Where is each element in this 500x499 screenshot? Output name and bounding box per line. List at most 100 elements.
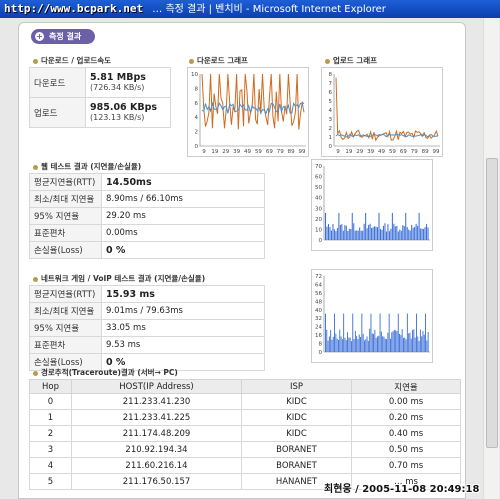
bullet-icon [33, 164, 38, 170]
upload-graph: 8 7 6 5 4 3 2 1 09 19 29 39 49 59 69 79 89 99 [321, 67, 443, 157]
y-tick-label: 30 [315, 206, 322, 212]
latency-bar [421, 228, 423, 240]
latency-bar [344, 337, 346, 352]
latency-bar [409, 230, 411, 240]
latency-bar [422, 331, 424, 352]
game-avg-rtt: 15.93 ms [106, 288, 155, 300]
game-row: 95% 지연율 33.05 ms [29, 319, 265, 337]
y-tick-label: 4 [195, 115, 199, 121]
latency-bar [395, 330, 397, 352]
upload-graph-title: 업로드 그래프 [325, 55, 377, 66]
host-cell: 211.176.50.157 [71, 473, 242, 490]
web-row: 평균지연율(RTT) 14.50ms [29, 173, 265, 191]
bullet-icon [33, 276, 38, 282]
latency-bar [327, 340, 329, 352]
web-row: 95% 지연율 29.20 ms [29, 207, 265, 225]
table-row: 1 211.233.41.225 KIDC 0.20 ms [29, 409, 461, 426]
y-tick-label: 32 [315, 316, 322, 322]
latency-bar [330, 329, 332, 352]
latency-bar [397, 313, 399, 352]
latency-bar [340, 336, 342, 352]
latency-bar [365, 339, 367, 352]
latency-bar [397, 231, 399, 240]
x-tick-label: 49 [244, 149, 251, 155]
latency-bar [426, 340, 428, 352]
latency-cell: 0.50 ms [351, 441, 461, 458]
game-row: 평균지연율(RTT) 15.93 ms [29, 285, 265, 303]
y-tick-label: 8 [329, 72, 333, 78]
latency-bar [327, 224, 330, 240]
latency-bar [370, 313, 372, 352]
latency-bar [418, 212, 420, 240]
bullet-icon [189, 58, 194, 64]
y-tick-label: 10 [315, 227, 322, 233]
col-hop: Hop [29, 379, 72, 394]
latency-bar [406, 313, 408, 352]
isp-cell: KIDC [241, 393, 352, 410]
y-tick-label: 48 [315, 299, 322, 305]
latency-bar [384, 338, 386, 352]
results-header-label: 측정 결과 [49, 32, 82, 41]
plus-icon: + [35, 32, 44, 41]
latency-cell: 0.40 ms [351, 425, 461, 442]
y-tick-label: 5 [329, 99, 333, 105]
latency-bar [365, 212, 367, 240]
latency-bar [393, 329, 395, 352]
latency-bar [349, 337, 351, 352]
latency-bar [371, 333, 373, 352]
web-loss: 0 % [106, 244, 126, 256]
web-stddev: 0.00ms [101, 224, 265, 242]
latency-bar [416, 313, 417, 352]
web-avg-rtt: 14.50ms [106, 176, 152, 188]
latency-bar [425, 313, 427, 352]
x-tick-label: 19 [211, 149, 218, 155]
host-cell: 211.174.48.209 [71, 425, 242, 442]
latency-bar [357, 339, 359, 352]
latency-bar [390, 338, 391, 352]
scrollbar-thumb[interactable] [486, 158, 498, 448]
latency-bar [367, 340, 369, 352]
latency-bar [332, 336, 334, 352]
latency-bar [353, 339, 355, 352]
speed-row-download: 다운로드 5.81 MBps (726.34 KB/s) [29, 67, 171, 98]
y-tick-label: 70 [315, 164, 322, 170]
table-row: 2 211.174.48.209 KIDC 0.40 ms [29, 425, 461, 442]
download-graph-title: 다운로드 그래프 [189, 55, 248, 66]
y-tick-label: 20 [315, 217, 322, 223]
x-tick-label: 79 [277, 149, 284, 155]
vertical-scrollbar[interactable] [483, 18, 499, 499]
web-row: 최소/최대 지연율 8.90ms / 66.10ms [29, 190, 265, 208]
latency-bar [366, 228, 368, 240]
host-cell: 210.92.194.34 [71, 441, 242, 458]
y-tick-label: 0 [195, 144, 199, 150]
table-row: 0 211.233.41.230 KIDC 0.00 ms [29, 393, 461, 410]
latency-bar [427, 227, 429, 240]
latency-bar [325, 212, 327, 240]
latency-bar [411, 224, 413, 240]
latency-bar [325, 313, 326, 352]
latency-bar [343, 313, 345, 352]
latency-bar [373, 333, 375, 352]
latency-bar [331, 339, 333, 352]
latency-bar [356, 336, 358, 352]
download-label: 다운로드 [29, 67, 86, 98]
x-tick-label: 99 [299, 149, 306, 155]
traceroute-title: 경로추적(Traceroute)결과 (서버→ PC) [33, 367, 178, 378]
bullet-icon [33, 58, 38, 64]
host-cell: 211.60.216.14 [71, 457, 242, 474]
web-row: 표준편차 0.00ms [29, 224, 265, 242]
game-label: 평균지연율(RTT) [29, 285, 102, 303]
hop-cell: 4 [29, 457, 72, 474]
latency-bar [375, 337, 377, 352]
browser-frame: + 측정 결과 다운로드 / 업로드속도 다운로드 5.81 MBps (726… [0, 18, 500, 499]
latency-bar [354, 330, 356, 352]
latency-bar [351, 341, 352, 352]
upload-label: 업로드 [29, 97, 86, 128]
latency-bar [347, 332, 349, 352]
latency-bar [359, 227, 361, 240]
bullet-icon [325, 58, 330, 64]
upload-value-cell: 985.06 KBps (123.13 KB/s) [85, 97, 171, 128]
latency-bar [406, 227, 408, 240]
latency-bar [387, 332, 389, 352]
game-test-table: 평균지연율(RTT) 15.93 ms 최소/최대 지연율 9.01ms / 79.… [29, 285, 265, 371]
